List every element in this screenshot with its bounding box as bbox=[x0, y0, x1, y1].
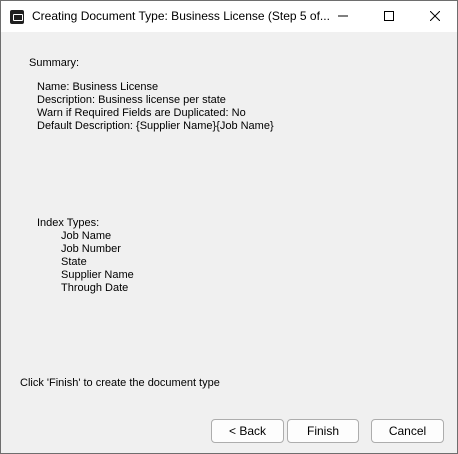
summary-name: Name: Business License bbox=[37, 81, 159, 93]
title-bar[interactable]: Creating Document Type: Business License… bbox=[1, 1, 457, 32]
index-type-item: Job Name bbox=[61, 230, 112, 242]
minimize-icon bbox=[338, 15, 348, 17]
instruction-text: Click 'Finish' to create the document ty… bbox=[20, 377, 220, 389]
minimize-button[interactable] bbox=[320, 1, 366, 32]
cancel-button[interactable]: Cancel bbox=[371, 419, 444, 443]
app-icon bbox=[10, 10, 24, 24]
index-types-label: Index Types: bbox=[37, 217, 100, 229]
index-type-item: State bbox=[61, 256, 87, 268]
index-type-item: Job Number bbox=[61, 243, 121, 255]
wizard-window: Creating Document Type: Business License… bbox=[0, 0, 458, 454]
close-icon bbox=[430, 11, 440, 21]
summary-label: Summary: bbox=[29, 57, 80, 69]
summary-warn-duplicates: Warn if Required Fields are Duplicated: … bbox=[37, 107, 246, 119]
index-type-item: Through Date bbox=[61, 282, 129, 294]
index-type-item: Supplier Name bbox=[61, 269, 134, 281]
close-button[interactable] bbox=[412, 1, 457, 32]
maximize-button[interactable] bbox=[366, 1, 412, 32]
window-title: Creating Document Type: Business License… bbox=[32, 9, 330, 23]
finish-button[interactable]: Finish bbox=[287, 419, 359, 443]
summary-description: Description: Business license per state bbox=[37, 94, 226, 106]
summary-default-description: Default Description: {Supplier Name}{Job… bbox=[37, 120, 274, 132]
maximize-icon bbox=[384, 11, 394, 21]
back-button[interactable]: < Back bbox=[211, 419, 284, 443]
wizard-content: Summary: Name: Business License Descript… bbox=[1, 32, 457, 453]
